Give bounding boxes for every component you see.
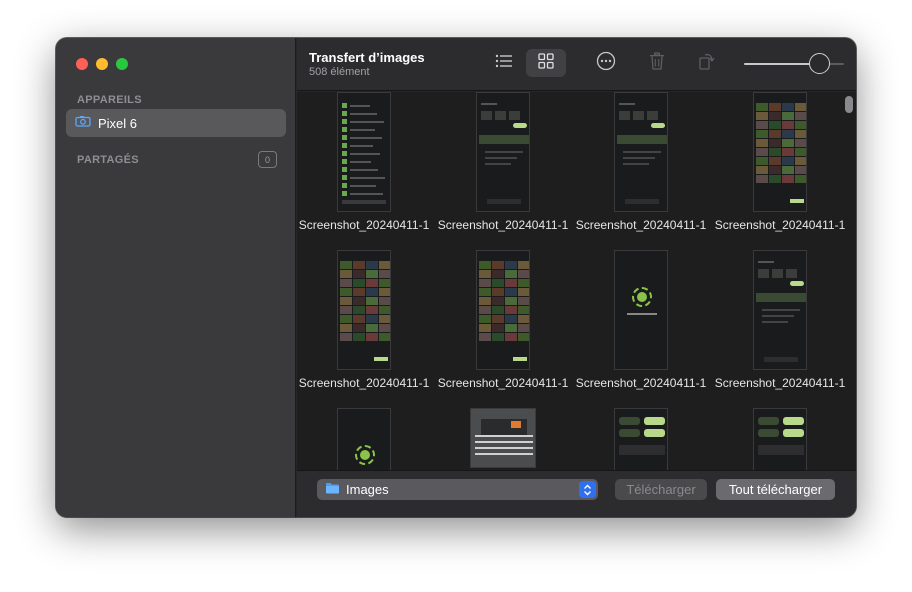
rotate-button[interactable] [687, 49, 727, 77]
thumbnail-image [711, 92, 849, 212]
thumbnail-image [297, 250, 433, 370]
thumbnail-caption: Screenshot_20240411-1 [714, 218, 846, 232]
rotate-icon [698, 51, 716, 76]
download-all-button[interactable]: Tout télécharger [716, 479, 835, 500]
grid-view-button[interactable] [526, 49, 566, 77]
minimize-button[interactable] [96, 58, 108, 70]
destination-select[interactable]: Images [317, 479, 598, 500]
footer: Images Télécharger Tout télécharger [297, 470, 856, 517]
sidebar-section-shared: PARTAGÉS [77, 154, 139, 166]
thumbnail-image [572, 408, 710, 470]
grid-icon [538, 52, 554, 74]
thumbnail-item[interactable]: Screenshot_20240411-1 [434, 250, 572, 400]
slider-fill [744, 63, 819, 65]
thumbnail-item[interactable]: Screenshot_20240411-1 [572, 250, 710, 400]
thumbnail-item[interactable]: Screenshot_20240411-1 [434, 92, 572, 242]
destination-label: Images [346, 482, 389, 497]
thumbnail-item[interactable] [297, 408, 433, 470]
thumbnail-grid: Screenshot_20240411-1 Screenshot_20240411… [297, 92, 856, 470]
thumbnail-caption: Screenshot_20240411-1 [437, 376, 569, 390]
thumbnail-item[interactable]: Screenshot_20240411-1 [297, 92, 433, 242]
thumbnail-image [572, 250, 710, 370]
thumbnail-caption: Screenshot_20240411-1 [298, 376, 430, 390]
thumbnail-image [711, 408, 849, 470]
zoom-button[interactable] [116, 58, 128, 70]
folder-icon [325, 481, 340, 499]
more-button[interactable] [586, 49, 626, 77]
thumbnail-caption: Screenshot_20240411-1 [575, 376, 707, 390]
thumbnail-image [434, 250, 572, 370]
thumbnail-item[interactable] [434, 408, 572, 470]
slider-thumb[interactable] [809, 53, 830, 74]
thumbnail-image [297, 408, 433, 470]
phone-camera-icon [75, 114, 91, 132]
thumbnail-item[interactable] [711, 408, 849, 470]
sidebar-section-devices: APPAREILS [77, 94, 142, 106]
thumbnail-image [572, 92, 710, 212]
list-icon [495, 54, 513, 73]
close-button[interactable] [76, 58, 88, 70]
ellipsis-circle-icon [596, 51, 616, 76]
shared-count-badge: 0 [258, 151, 277, 168]
window-controls [76, 58, 128, 70]
window-title: Transfert d’images [309, 50, 425, 65]
download-button[interactable]: Télécharger [615, 479, 707, 500]
thumbnail-item[interactable]: Screenshot_20240411-1 [711, 92, 849, 242]
sidebar: APPAREILS Pixel 6 PARTAGÉS 0 [56, 38, 296, 517]
sidebar-item-pixel-6[interactable]: Pixel 6 [66, 109, 286, 137]
trash-icon [649, 51, 665, 75]
thumbnail-image [711, 250, 849, 370]
thumbnail-caption: Screenshot_20240411-1 [437, 218, 569, 232]
delete-button[interactable] [637, 49, 677, 77]
thumbnail-image [434, 92, 572, 212]
chevron-updown-icon [579, 481, 596, 498]
thumbnail-item[interactable]: Screenshot_20240411-1 [711, 250, 849, 400]
thumbnail-image [297, 92, 433, 212]
item-count: 508 élément [309, 66, 370, 78]
thumbnail-item[interactable]: Screenshot_20240411-1 [572, 92, 710, 242]
thumbnail-caption: Screenshot_20240411-1 [575, 218, 707, 232]
thumbnail-caption: Screenshot_20240411-1 [714, 376, 846, 390]
list-view-button[interactable] [484, 49, 524, 77]
thumbnail-image [434, 408, 572, 470]
sidebar-item-label: Pixel 6 [98, 115, 138, 131]
thumbnail-caption: Screenshot_20240411-1 [298, 218, 430, 232]
thumbnail-item[interactable] [572, 408, 710, 470]
thumbnail-item[interactable]: Screenshot_20240411-1 [297, 250, 433, 400]
image-capture-window: APPAREILS Pixel 6 PARTAGÉS 0 Transfert d… [56, 38, 856, 517]
toolbar: Transfert d’images 508 élément [297, 38, 856, 91]
